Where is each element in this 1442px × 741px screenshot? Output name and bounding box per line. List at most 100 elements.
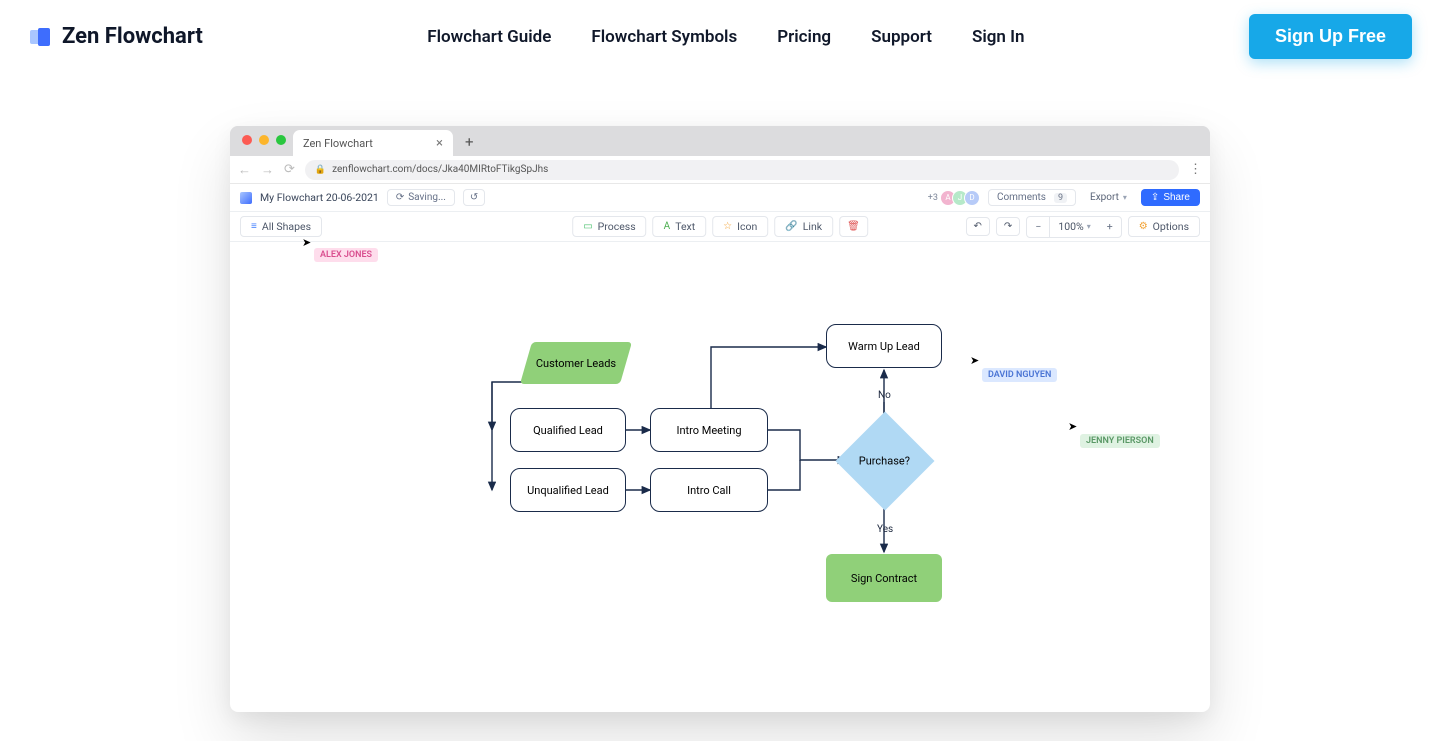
sync-icon: ⟳ <box>396 192 404 203</box>
star-icon: ☆ <box>723 221 732 232</box>
process-icon: ▭ <box>583 221 592 232</box>
link-label: Link <box>803 220 822 233</box>
node-unqualified-lead[interactable]: Unqualified Lead <box>510 468 626 512</box>
share-button[interactable]: ⇪ Share <box>1141 189 1200 206</box>
zoom-in-button[interactable]: + <box>1099 217 1121 237</box>
node-label: Intro Call <box>687 484 731 497</box>
nav-support[interactable]: Support <box>871 27 932 47</box>
user-cursor-alex: ALEX JONES <box>314 248 378 262</box>
back-icon[interactable]: ← <box>238 162 251 178</box>
history-button[interactable]: ↺ <box>463 189 485 206</box>
brand-logo[interactable]: Zen Flowchart <box>30 24 203 49</box>
all-shapes-button[interactable]: ≡ All Shapes <box>240 216 322 237</box>
node-purchase-decision[interactable]: Purchase? <box>836 412 935 511</box>
node-label: Unqualified Lead <box>527 484 609 497</box>
trash-icon: 🗑 <box>847 221 860 232</box>
brand-name: Zen Flowchart <box>62 24 203 49</box>
cursor-icon: ➤ <box>302 236 311 249</box>
node-intro-call[interactable]: Intro Call <box>650 468 768 512</box>
minimize-dot-icon[interactable] <box>259 135 269 145</box>
browser-menu-icon[interactable]: ⋮ <box>1189 162 1202 177</box>
text-tool[interactable]: A Text <box>653 216 707 237</box>
avatar: D <box>964 190 980 206</box>
saving-label: Saving... <box>408 192 446 203</box>
signup-button[interactable]: Sign Up Free <box>1249 14 1412 59</box>
user-cursor-jenny: JENNY PIERSON <box>1080 434 1160 448</box>
share-icon: ⇪ <box>1151 192 1159 203</box>
node-sign-contract[interactable]: Sign Contract <box>826 554 942 602</box>
history-icon: ↺ <box>470 192 478 203</box>
forward-icon[interactable]: → <box>261 162 274 178</box>
close-dot-icon[interactable] <box>242 135 252 145</box>
document-title[interactable]: My Flowchart 20-06-2021 <box>260 191 379 204</box>
browser-tab[interactable]: Zen Flowchart × <box>293 130 453 156</box>
process-label: Process <box>598 220 636 233</box>
node-label: Qualified Lead <box>533 424 603 437</box>
process-tool[interactable]: ▭ Process <box>572 216 646 237</box>
presence-avatars[interactable]: +3 A J D <box>928 190 980 206</box>
logo-icon <box>30 26 52 48</box>
chevron-down-icon: ▾ <box>1123 193 1127 202</box>
node-label: Customer Leads <box>536 357 616 370</box>
tab-title: Zen Flowchart <box>303 137 373 150</box>
node-label: Intro Meeting <box>676 424 741 437</box>
options-label: Options <box>1153 220 1189 233</box>
node-intro-meeting[interactable]: Intro Meeting <box>650 408 768 452</box>
comments-button[interactable]: Comments 9 <box>988 189 1076 206</box>
url-text: zenflowchart.com/docs/Jka40MIRtoFTikgSpJ… <box>332 164 548 175</box>
lock-icon: 🔒 <box>315 165 326 175</box>
icon-label: Icon <box>737 220 757 233</box>
icon-tool[interactable]: ☆ Icon <box>712 216 768 237</box>
address-bar: ← → ⟳ 🔒 zenflowchart.com/docs/Jka40MIRto… <box>230 156 1210 184</box>
new-tab-button[interactable]: + <box>465 133 474 151</box>
zoom-out-button[interactable]: − <box>1027 217 1050 237</box>
url-field[interactable]: 🔒 zenflowchart.com/docs/Jka40MIRtoFTikgS… <box>305 160 1179 180</box>
app-header: My Flowchart 20-06-2021 ⟳ Saving... ↺ +3… <box>230 184 1210 212</box>
sliders-icon: ⚙ <box>1139 221 1148 232</box>
export-label: Export <box>1090 192 1119 203</box>
nav-flowchart-guide[interactable]: Flowchart Guide <box>427 27 551 47</box>
export-button[interactable]: Export ▾ <box>1084 190 1133 205</box>
reload-icon[interactable]: ⟳ <box>284 162 295 177</box>
saving-status: ⟳ Saving... <box>387 189 455 206</box>
text-label: Text <box>675 220 695 233</box>
nav-pricing[interactable]: Pricing <box>777 27 831 47</box>
editor-canvas[interactable]: ➤ ALEX JONES ➤ DAVID NGUYEN ➤ JENNY PIER… <box>230 242 1210 712</box>
node-customer-leads[interactable]: Customer Leads <box>520 342 632 384</box>
delete-tool[interactable]: 🗑 <box>839 216 868 237</box>
tab-close-icon[interactable]: × <box>436 136 443 151</box>
browser-tabbar: Zen Flowchart × + <box>230 126 1210 156</box>
zoom-value[interactable]: 100%▾ <box>1050 220 1098 233</box>
edge-label-yes: Yes <box>877 524 893 535</box>
link-tool[interactable]: 🔗 Link <box>774 216 833 237</box>
options-button[interactable]: ⚙ Options <box>1128 216 1200 237</box>
comments-count: 9 <box>1054 193 1067 203</box>
window-controls <box>242 135 286 145</box>
node-label: Purchase? <box>859 454 910 467</box>
share-label: Share <box>1163 192 1190 203</box>
user-cursor-david: DAVID NGUYEN <box>982 368 1057 382</box>
nav-flowchart-symbols[interactable]: Flowchart Symbols <box>591 27 737 47</box>
maximize-dot-icon[interactable] <box>276 135 286 145</box>
undo-button[interactable]: ↶ <box>966 217 990 236</box>
cursor-icon: ➤ <box>970 354 979 367</box>
node-qualified-lead[interactable]: Qualified Lead <box>510 408 626 452</box>
app-logo-icon <box>240 192 252 204</box>
browser-mock: Zen Flowchart × + ← → ⟳ 🔒 zenflowchart.c… <box>230 126 1210 712</box>
all-shapes-label: All Shapes <box>262 220 311 233</box>
nav-sign-in[interactable]: Sign In <box>972 27 1025 47</box>
comments-label: Comments <box>997 192 1046 203</box>
cursor-icon: ➤ <box>1068 420 1077 433</box>
shapes-icon: ≡ <box>251 221 257 232</box>
edge-label-no: No <box>878 390 891 401</box>
redo-button[interactable]: ↷ <box>996 217 1020 236</box>
node-warm-up-lead[interactable]: Warm Up Lead <box>826 324 942 368</box>
extra-users-count: +3 <box>928 193 938 203</box>
text-icon: A <box>664 221 671 232</box>
chevron-down-icon: ▾ <box>1087 222 1091 231</box>
undo-icon: ↶ <box>974 221 982 232</box>
redo-icon: ↷ <box>1004 221 1012 232</box>
node-label: Sign Contract <box>851 572 917 585</box>
zoom-control: − 100%▾ + <box>1026 216 1121 238</box>
node-label: Warm Up Lead <box>848 340 920 353</box>
